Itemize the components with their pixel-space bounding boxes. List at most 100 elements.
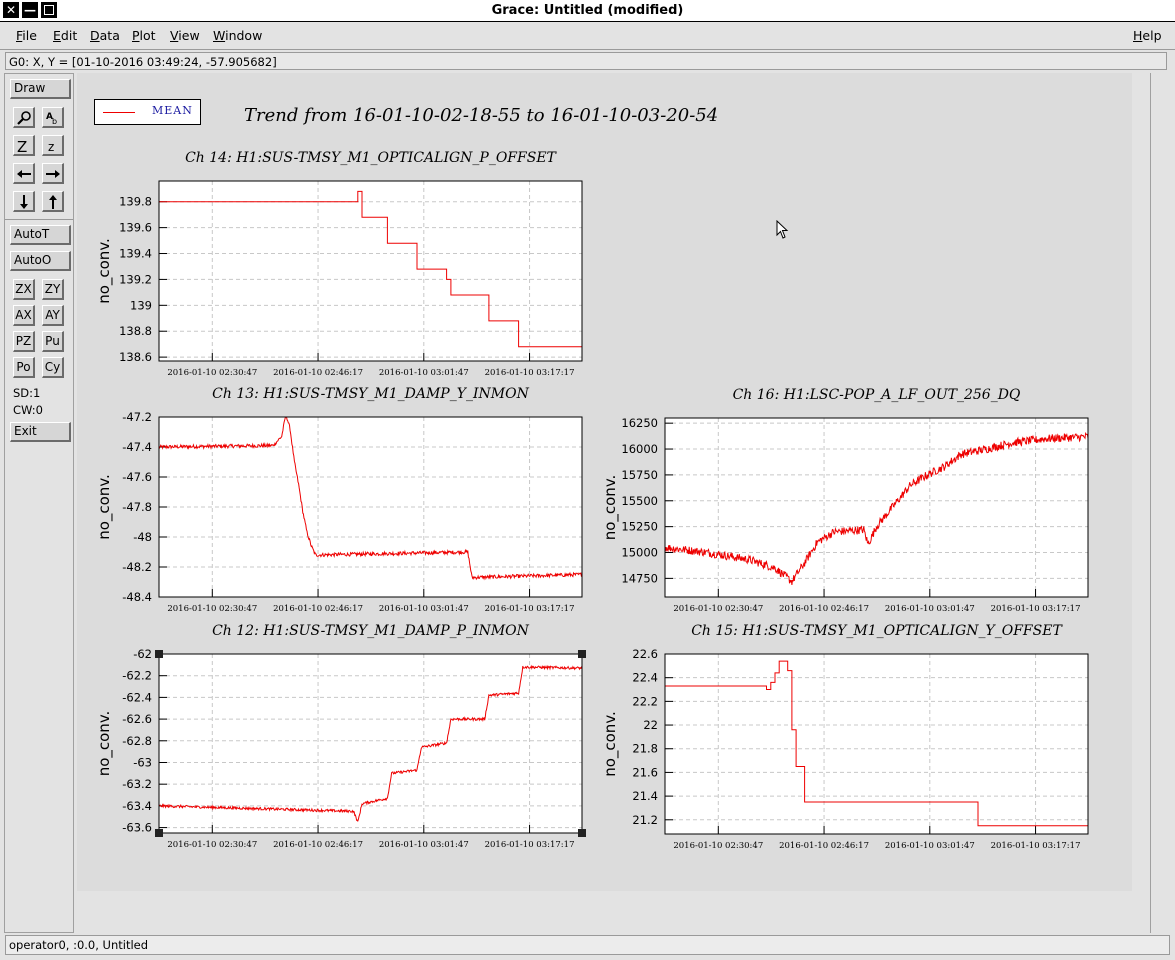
current-world-label: CW:0 (13, 403, 43, 417)
y-tick-label: 139.8 (119, 195, 152, 209)
selection-handle[interactable] (155, 829, 163, 837)
locator-display: G0: X, Y = [01-10-2016 03:49:24, -57.905… (5, 52, 1167, 70)
graph-ch13[interactable]: Ch 13: H1:SUS-TMSY_M1_DAMP_Y_INMON -47.2 -… (88, 384, 608, 614)
x-tick-label: 2016-01-10 03:01:47 (379, 368, 469, 378)
ay-button[interactable]: AY (42, 305, 64, 326)
menu-help[interactable]: Help (1133, 28, 1162, 43)
up-arrow-icon[interactable] (42, 191, 64, 212)
y-tick-label: -62.8 (122, 734, 152, 748)
y-axis-label: no_conv. (601, 475, 620, 541)
right-scrollbar[interactable] (1150, 73, 1169, 933)
y-tick-label: -63.4 (122, 799, 152, 813)
zoom-x-icon[interactable]: Z (13, 135, 35, 156)
y-tick-label: -63.2 (122, 777, 152, 791)
x-tick-label: 2016-01-10 02:30:47 (167, 840, 257, 850)
chart-title: Ch 15: H1:SUS-TMSY_M1_OPTICALIGN_Y_OFFSE… (691, 623, 1063, 639)
y-tick-label: 15750 (621, 468, 658, 482)
pu-button[interactable]: Pu (42, 331, 64, 352)
y-tick-label: -48.4 (122, 590, 152, 604)
menu-view[interactable]: View (170, 28, 200, 43)
menu-plot[interactable]: Plot (132, 28, 156, 43)
graph-ch14[interactable]: Ch 14: H1:SUS-TMSY_M1_OPTICALIGN_P_OFFSE… (88, 148, 608, 378)
zoom-icon[interactable] (13, 107, 35, 128)
y-tick-label: -47.6 (122, 470, 152, 484)
graph-ch16[interactable]: Ch 16: H1:LSC-POP_A_LF_OUT_256_DQ 16250 16… (592, 384, 1112, 614)
selection-handle[interactable] (578, 829, 586, 837)
right-arrow-icon[interactable] (42, 163, 64, 184)
text-icon[interactable]: Ab (42, 107, 64, 128)
po-button[interactable]: Po (13, 357, 35, 378)
selection-handle[interactable] (155, 650, 163, 658)
y-tick-label: 22.6 (632, 647, 658, 661)
graph-ch15[interactable]: Ch 15: H1:SUS-TMSY_M1_OPTICALIGN_Y_OFFSE… (592, 621, 1112, 851)
menu-data[interactable]: Data (90, 28, 120, 43)
y-tick-label: 14750 (621, 571, 658, 585)
y-tick-label: 138.8 (119, 324, 152, 338)
y-tick-label: 138.6 (119, 350, 152, 364)
down-arrow-icon[interactable] (13, 191, 35, 212)
menu-edit[interactable]: Edit (53, 28, 77, 43)
y-tick-label: 15500 (621, 494, 658, 508)
x-tick-label: 2016-01-10 03:01:47 (885, 604, 975, 614)
plot-area (665, 654, 1088, 834)
y-tick-label: 22.2 (632, 694, 658, 708)
x-tick-label: 2016-01-10 02:46:17 (779, 604, 869, 614)
y-tick-label: -63 (133, 755, 152, 769)
y-tick-label: 22 (643, 718, 658, 732)
y-tick-label: 15250 (621, 520, 658, 534)
menu-window[interactable]: Window (213, 28, 262, 43)
zx-button[interactable]: ZX (13, 279, 35, 300)
x-tick-label: 2016-01-10 03:17:17 (485, 368, 575, 378)
pz-button[interactable]: PZ (13, 331, 35, 352)
y-axis-label: no_conv. (95, 238, 114, 304)
legend: MEAN (94, 99, 201, 125)
y-tick-label: 21.4 (632, 789, 658, 803)
exit-button[interactable]: Exit (10, 422, 71, 442)
zy-button[interactable]: ZY (42, 279, 64, 300)
chart-title: Ch 12: H1:SUS-TMSY_M1_DAMP_P_INMON (212, 623, 530, 639)
y-tick-label: -47.2 (122, 410, 152, 424)
x-tick-label: 2016-01-10 02:30:47 (167, 368, 257, 378)
y-tick-label: 21.2 (632, 813, 658, 827)
mouse-cursor-icon (776, 220, 789, 239)
y-axis-label: no_conv. (601, 711, 620, 777)
selection-handle[interactable] (578, 650, 586, 658)
y-tick-label: 16250 (621, 416, 658, 430)
y-tick-label: -48 (133, 530, 152, 544)
status-bar: operator0, :0.0, Untitled (5, 935, 1170, 955)
y-tick-label: 16000 (621, 442, 658, 456)
svg-text:z: z (48, 140, 54, 154)
x-tick-label: 2016-01-10 03:01:47 (379, 604, 469, 614)
autoscale-on-button[interactable]: AutoO (10, 251, 71, 271)
y-tick-label: -48.2 (122, 560, 152, 574)
x-tick-label: 2016-01-10 02:30:47 (167, 604, 257, 614)
y-tick-label: 139.6 (119, 221, 152, 235)
x-tick-label: 2016-01-10 02:30:47 (673, 604, 763, 614)
legend-label: MEAN (152, 104, 193, 117)
chart-title: Ch 16: H1:LSC-POP_A_LF_OUT_256_DQ (733, 387, 1021, 403)
x-tick-label: 2016-01-10 03:01:47 (379, 840, 469, 850)
ax-button[interactable]: AX (13, 305, 35, 326)
autoscale-ticks-button[interactable]: AutoT (10, 225, 71, 245)
graph-ch12[interactable]: Ch 12: H1:SUS-TMSY_M1_DAMP_P_INMON -62 -62… (88, 621, 608, 851)
y-tick-label: 21.8 (632, 742, 658, 756)
draw-button[interactable]: Draw (10, 79, 71, 99)
y-tick-label: 139.2 (119, 272, 152, 286)
x-tick-label: 2016-01-10 02:46:17 (273, 840, 363, 850)
left-arrow-icon[interactable] (13, 163, 35, 184)
y-tick-label: 21.6 (632, 765, 658, 779)
x-tick-label: 2016-01-10 03:17:17 (485, 840, 575, 850)
y-tick-label: -47.8 (122, 500, 152, 514)
chart-title: Ch 14: H1:SUS-TMSY_M1_OPTICALIGN_P_OFFSE… (185, 150, 557, 166)
cy-button[interactable]: Cy (42, 357, 64, 378)
zoom-y-icon[interactable]: z (42, 135, 64, 156)
menu-bar: File Edit Data Plot View Window Help (0, 23, 1175, 50)
tool-panel: Draw Ab Z z AutoT AutoO ZX ZY AX AY PZ P… (4, 73, 74, 933)
set-depth-label: SD:1 (13, 386, 41, 400)
legend-line-swatch (103, 112, 135, 113)
x-tick-label: 2016-01-10 03:17:17 (485, 604, 575, 614)
y-axis-label: no_conv. (95, 474, 114, 540)
menu-file[interactable]: File (16, 28, 37, 43)
chart-title: Ch 13: H1:SUS-TMSY_M1_DAMP_Y_INMON (212, 386, 529, 402)
y-tick-label: 139 (130, 298, 152, 312)
